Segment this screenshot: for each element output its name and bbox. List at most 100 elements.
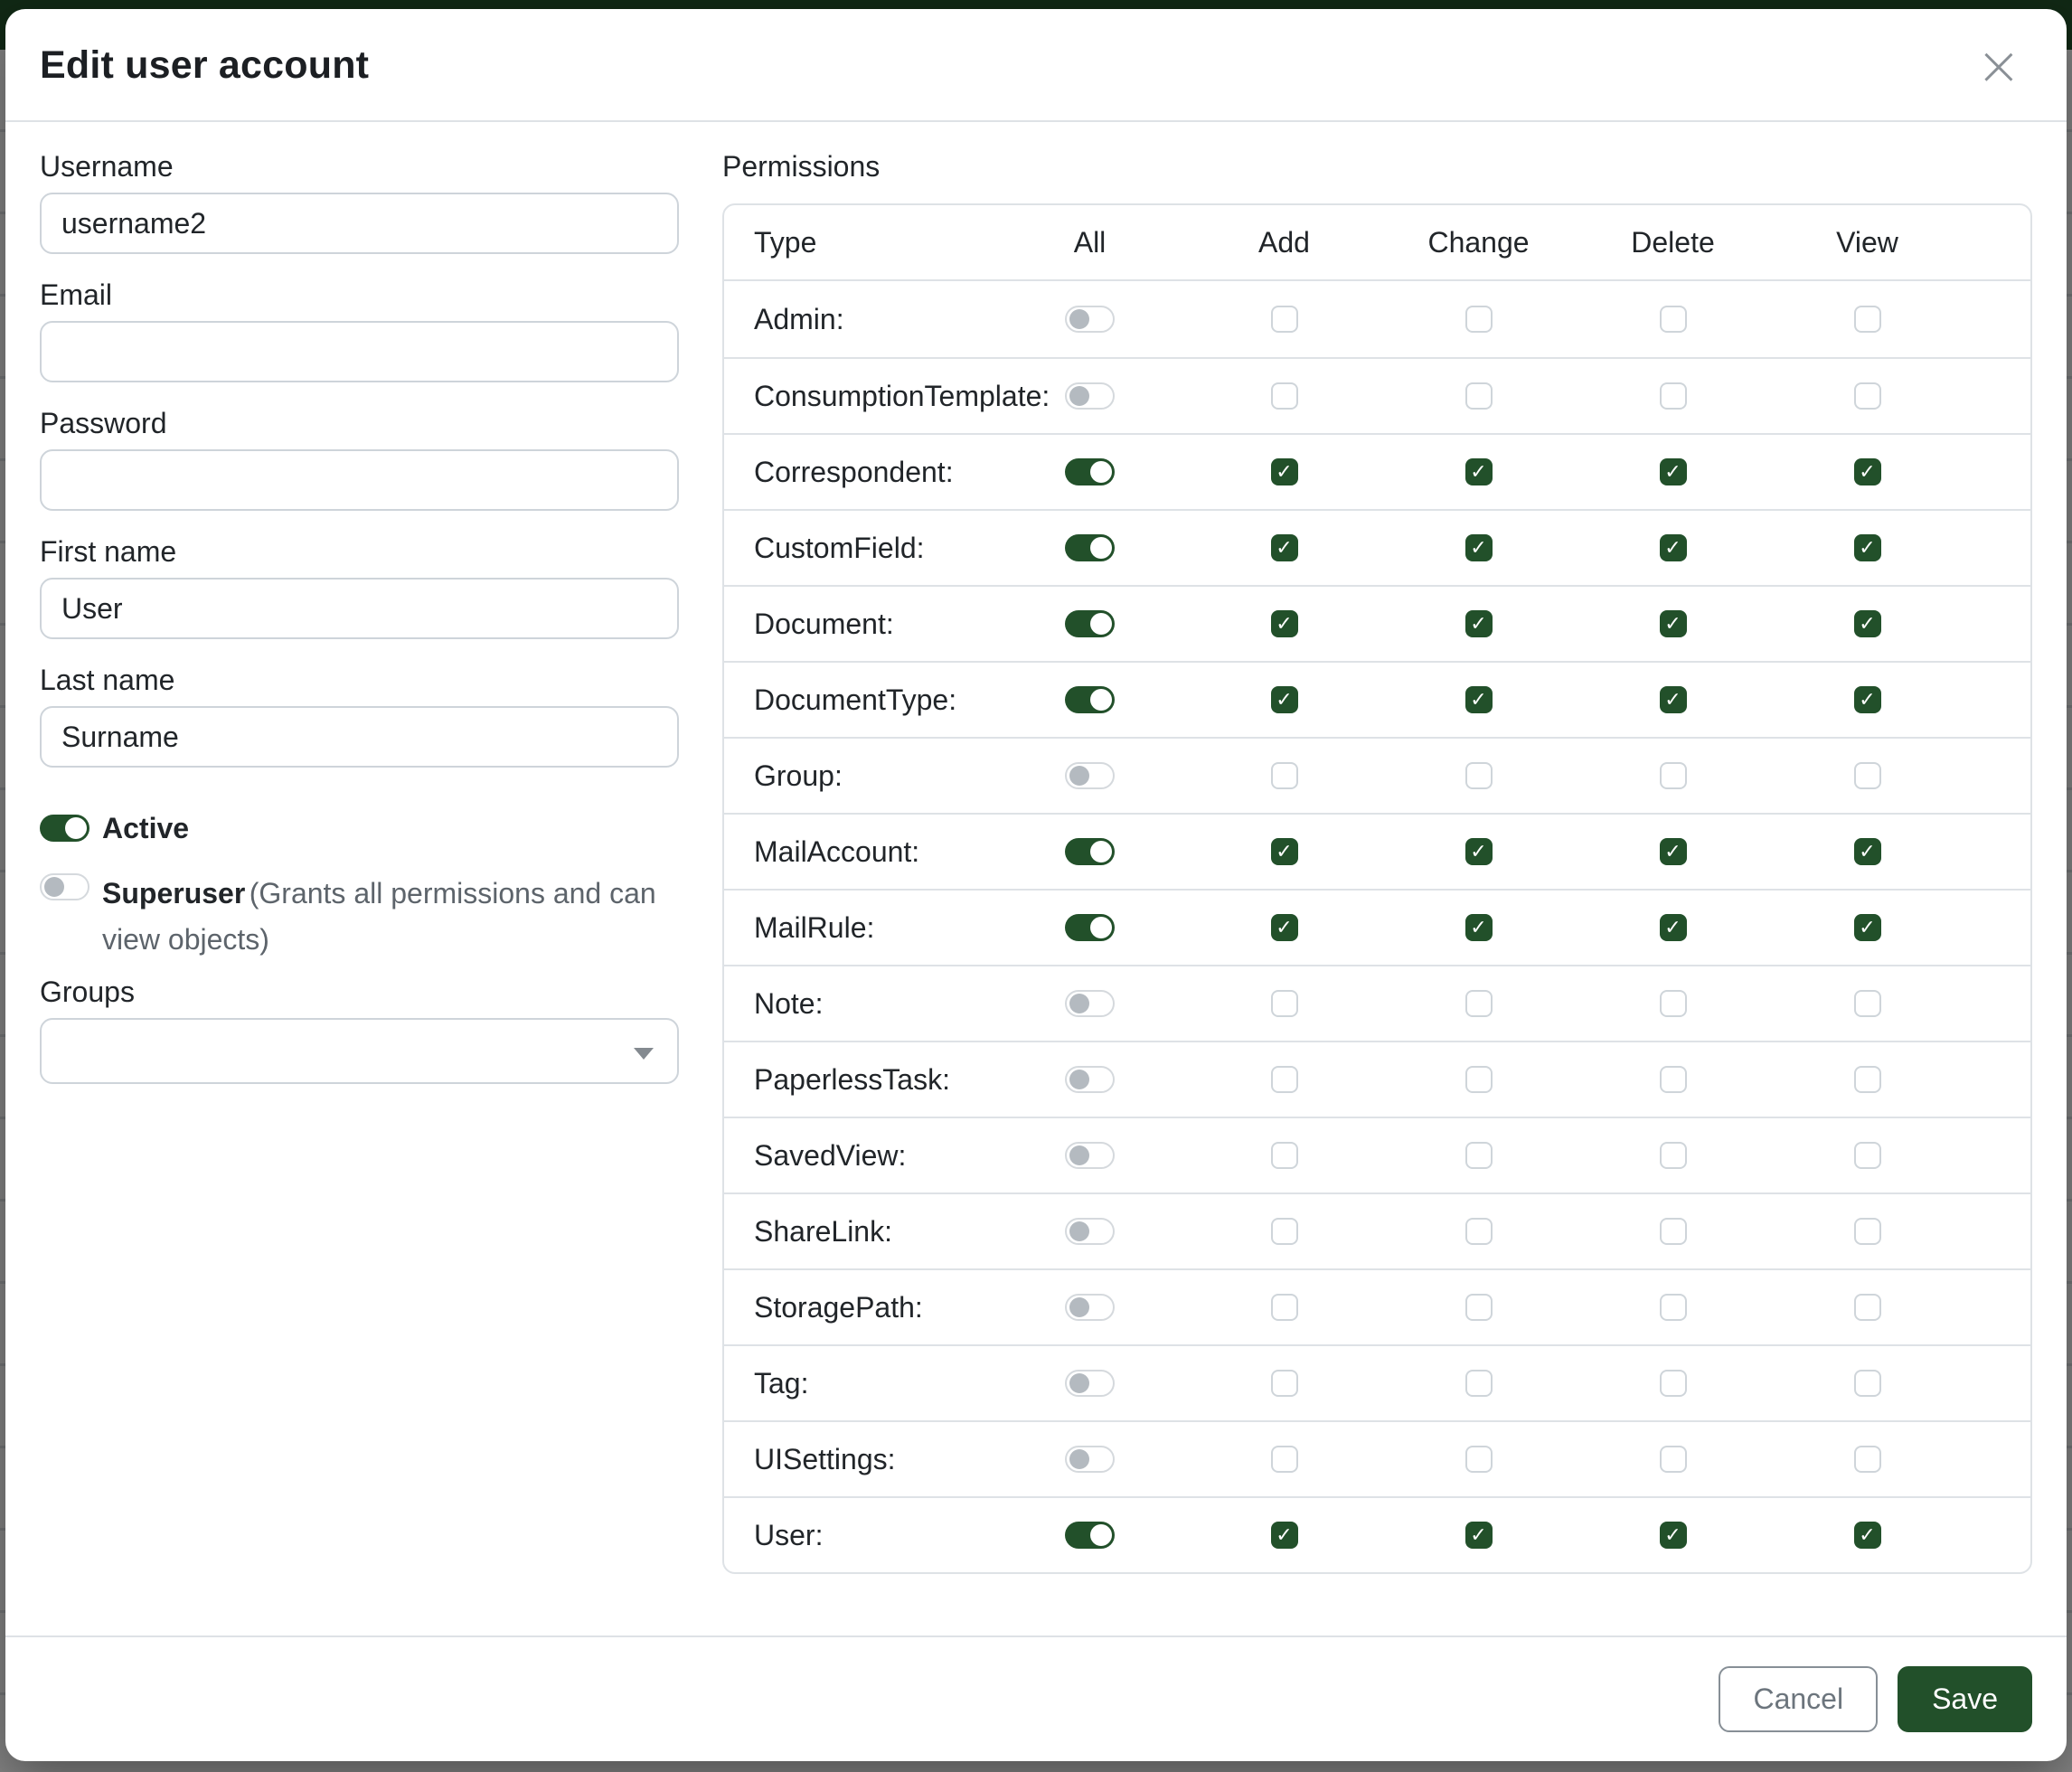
view-checkbox[interactable] [1854,1294,1881,1321]
delete-checkbox[interactable]: ✓ [1660,610,1687,637]
view-checkbox[interactable]: ✓ [1854,1522,1881,1549]
cancel-button[interactable]: Cancel [1719,1666,1878,1732]
all-toggle[interactable] [1065,1370,1115,1397]
view-checkbox[interactable]: ✓ [1854,838,1881,865]
add-checkbox[interactable]: ✓ [1271,1522,1298,1549]
delete-checkbox[interactable]: ✓ [1660,1522,1687,1549]
change-checkbox[interactable] [1465,382,1493,410]
save-button[interactable]: Save [1898,1666,2032,1732]
add-checkbox[interactable] [1271,1446,1298,1473]
add-checkbox[interactable]: ✓ [1271,914,1298,941]
all-toggle[interactable] [1065,610,1115,637]
all-toggle[interactable] [1065,1446,1115,1473]
change-checkbox[interactable] [1465,1218,1493,1245]
change-checkbox[interactable] [1465,762,1493,789]
add-checkbox[interactable] [1271,990,1298,1017]
view-checkbox[interactable] [1854,306,1881,333]
all-toggle[interactable] [1065,1294,1115,1321]
change-checkbox[interactable] [1465,1142,1493,1169]
view-checkbox[interactable]: ✓ [1854,686,1881,713]
view-checkbox[interactable]: ✓ [1854,458,1881,485]
view-checkbox[interactable]: ✓ [1854,914,1881,941]
all-toggle[interactable] [1065,1142,1115,1169]
delete-checkbox[interactable]: ✓ [1660,458,1687,485]
add-checkbox[interactable] [1271,1066,1298,1093]
delete-checkbox[interactable] [1660,1066,1687,1093]
delete-checkbox[interactable] [1660,382,1687,410]
add-checkbox[interactable] [1271,382,1298,410]
change-checkbox[interactable] [1465,1066,1493,1093]
change-checkbox[interactable] [1465,1370,1493,1397]
view-checkbox[interactable] [1854,1066,1881,1093]
view-checkbox[interactable]: ✓ [1854,534,1881,561]
groups-select[interactable] [40,1018,679,1084]
delete-checkbox[interactable]: ✓ [1660,686,1687,713]
check-icon: ✓ [1470,461,1486,484]
all-toggle[interactable] [1065,1522,1115,1549]
password-input[interactable] [40,449,679,511]
change-checkbox[interactable]: ✓ [1465,458,1493,485]
delete-checkbox[interactable] [1660,990,1687,1017]
close-button[interactable]: × [1965,46,2032,86]
delete-checkbox[interactable] [1660,1370,1687,1397]
all-toggle[interactable] [1065,306,1115,333]
delete-checkbox[interactable] [1660,1446,1687,1473]
view-checkbox[interactable] [1854,990,1881,1017]
username-input[interactable] [40,193,679,254]
all-toggle[interactable] [1065,838,1115,865]
active-toggle[interactable] [40,815,89,842]
change-checkbox[interactable]: ✓ [1465,1522,1493,1549]
add-checkbox[interactable]: ✓ [1271,610,1298,637]
change-checkbox[interactable]: ✓ [1465,914,1493,941]
change-checkbox[interactable]: ✓ [1465,610,1493,637]
delete-checkbox[interactable] [1660,1294,1687,1321]
delete-checkbox[interactable]: ✓ [1660,838,1687,865]
add-checkbox[interactable] [1271,762,1298,789]
all-toggle[interactable] [1065,1066,1115,1093]
all-toggle[interactable] [1065,914,1115,941]
change-checkbox[interactable]: ✓ [1465,534,1493,561]
all-toggle[interactable] [1065,458,1115,485]
view-checkbox[interactable] [1854,382,1881,410]
all-toggle[interactable] [1065,990,1115,1017]
superuser-toggle[interactable] [40,873,89,900]
column-header-all: All [993,205,1187,281]
add-checkbox[interactable]: ✓ [1271,686,1298,713]
toggle-knob [1090,841,1112,862]
add-checkbox[interactable] [1271,306,1298,333]
change-checkbox[interactable]: ✓ [1465,838,1493,865]
change-checkbox[interactable] [1465,1294,1493,1321]
last-name-input[interactable] [40,706,679,768]
all-toggle[interactable] [1065,762,1115,789]
view-checkbox[interactable] [1854,1142,1881,1169]
view-checkbox[interactable] [1854,1370,1881,1397]
change-checkbox[interactable] [1465,990,1493,1017]
first-name-input[interactable] [40,578,679,639]
delete-checkbox[interactable] [1660,1218,1687,1245]
all-toggle[interactable] [1065,686,1115,713]
change-checkbox[interactable] [1465,1446,1493,1473]
view-checkbox[interactable] [1854,1446,1881,1473]
change-checkbox[interactable]: ✓ [1465,686,1493,713]
delete-checkbox[interactable]: ✓ [1660,534,1687,561]
email-input[interactable] [40,321,679,382]
view-checkbox[interactable] [1854,762,1881,789]
check-icon: ✓ [1664,917,1681,939]
add-checkbox[interactable]: ✓ [1271,458,1298,485]
all-toggle[interactable] [1065,1218,1115,1245]
add-checkbox[interactable] [1271,1218,1298,1245]
change-checkbox[interactable] [1465,306,1493,333]
add-checkbox[interactable] [1271,1370,1298,1397]
add-checkbox[interactable] [1271,1142,1298,1169]
all-toggle[interactable] [1065,534,1115,561]
delete-checkbox[interactable]: ✓ [1660,914,1687,941]
add-checkbox[interactable]: ✓ [1271,534,1298,561]
add-checkbox[interactable]: ✓ [1271,838,1298,865]
delete-checkbox[interactable] [1660,762,1687,789]
view-checkbox[interactable] [1854,1218,1881,1245]
add-checkbox[interactable] [1271,1294,1298,1321]
all-toggle[interactable] [1065,382,1115,410]
delete-checkbox[interactable] [1660,1142,1687,1169]
delete-checkbox[interactable] [1660,306,1687,333]
view-checkbox[interactable]: ✓ [1854,610,1881,637]
